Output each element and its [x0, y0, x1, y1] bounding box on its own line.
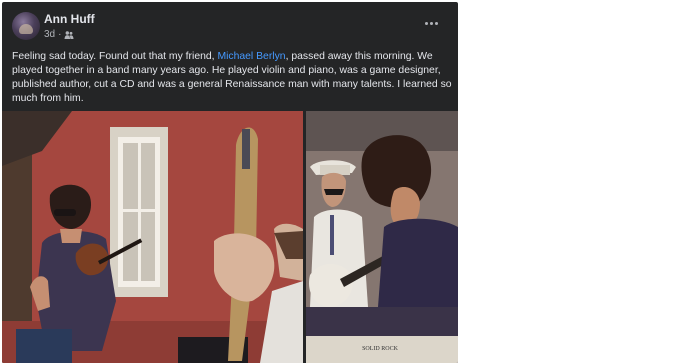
facebook-post: Ann Huff 3d · Feeling sad today. Found o… — [2, 2, 458, 363]
photo-violinist-image — [2, 111, 303, 363]
friends-icon[interactable] — [64, 30, 74, 40]
post-photos: SOLID ROCK — [2, 111, 458, 363]
author-name[interactable]: Ann Huff — [44, 12, 95, 26]
post-header: Ann Huff 3d · — [2, 2, 458, 46]
more-dot — [429, 21, 433, 25]
photo-guitarists-image: SOLID ROCK — [306, 111, 458, 363]
photo-violinist[interactable] — [2, 111, 303, 363]
photo-caption: SOLID ROCK — [362, 346, 399, 352]
post-meta: 3d · — [44, 29, 74, 41]
more-options-icon[interactable] — [420, 16, 442, 30]
meta-separator: · — [58, 29, 62, 40]
author-avatar[interactable] — [12, 12, 40, 40]
post-text: Feeling sad today. Found out that my fri… — [12, 50, 452, 106]
more-dot — [434, 21, 438, 25]
photo-guitarists[interactable]: SOLID ROCK — [306, 111, 458, 363]
post-text-start: Feeling sad today. Found out that my fri… — [12, 51, 218, 62]
post-time[interactable]: 3d — [44, 29, 55, 41]
mention-link[interactable]: Michael Berlyn — [217, 51, 285, 62]
more-dot — [424, 21, 428, 25]
